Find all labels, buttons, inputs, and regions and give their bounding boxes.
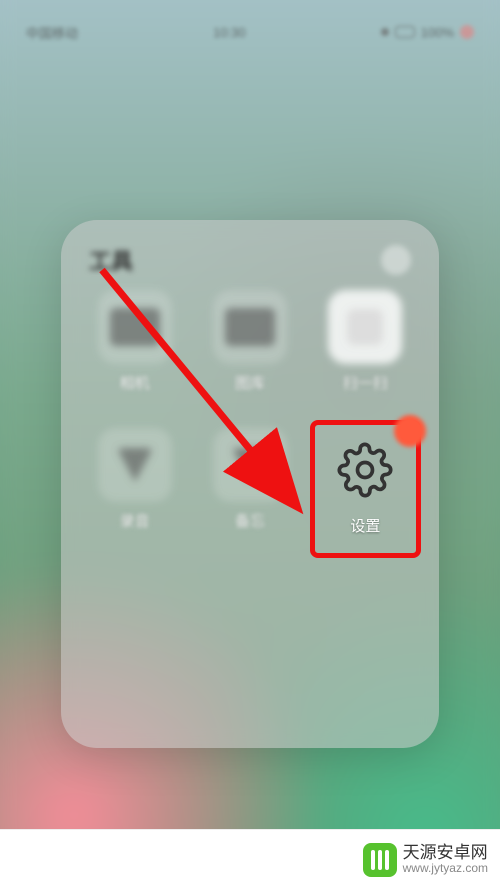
app-label: 备忘 <box>235 510 265 531</box>
generic-app-icon <box>110 308 160 346</box>
generic-app-icon <box>117 448 153 482</box>
watermark-text: 天源安卓网 www.jytyaz.com <box>403 844 488 876</box>
folder-title: 工具 <box>89 244 133 276</box>
carrier-label: 中国移动 <box>26 23 78 42</box>
app-icon <box>98 428 172 502</box>
app-icon <box>328 433 402 507</box>
app-icon <box>98 290 172 364</box>
app-item[interactable]: 录音 <box>79 428 190 558</box>
watermark-bar: 天源安卓网 www.jytyaz.com <box>0 829 500 889</box>
status-indicator-icon <box>460 25 474 39</box>
status-right: 100% <box>381 25 474 40</box>
signal-icon <box>381 28 389 36</box>
app-icon <box>213 428 287 502</box>
app-item[interactable]: 备忘 <box>194 428 305 558</box>
watermark-logo-icon <box>363 843 397 877</box>
generic-app-icon <box>225 308 275 346</box>
app-item[interactable]: 相机 <box>79 290 190 420</box>
watermark-title: 天源安卓网 <box>403 844 488 863</box>
app-label: 图库 <box>235 372 265 393</box>
notification-badge-icon <box>394 415 426 447</box>
close-icon[interactable] <box>381 245 411 275</box>
phone-screen: 中国移动 10:30 100% 工具 相机 <box>0 0 500 889</box>
status-left: 中国移动 <box>26 23 78 42</box>
generic-app-icon <box>232 448 268 482</box>
app-item[interactable]: 扫一扫 <box>310 290 421 420</box>
battery-label: 100% <box>421 25 454 40</box>
generic-app-icon <box>347 309 383 345</box>
app-icon <box>328 290 402 364</box>
clock-label: 10:30 <box>213 25 246 40</box>
app-label: 设置 <box>350 515 380 536</box>
folder-grid: 相机 图库 扫一扫 录音 <box>77 286 423 562</box>
app-folder-panel[interactable]: 工具 相机 图库 扫一扫 <box>61 220 439 748</box>
battery-icon <box>395 26 415 38</box>
app-item[interactable]: 图库 <box>194 290 305 420</box>
status-bar: 中国移动 10:30 100% <box>0 18 500 46</box>
app-icon <box>213 290 287 364</box>
folder-header: 工具 <box>77 242 423 286</box>
watermark-url: www.jytyaz.com <box>403 862 488 875</box>
settings-app[interactable]: 设置 <box>310 420 421 558</box>
app-label: 扫一扫 <box>343 372 388 393</box>
gear-icon <box>337 442 393 498</box>
app-label: 相机 <box>120 372 150 393</box>
app-label: 录音 <box>120 510 150 531</box>
